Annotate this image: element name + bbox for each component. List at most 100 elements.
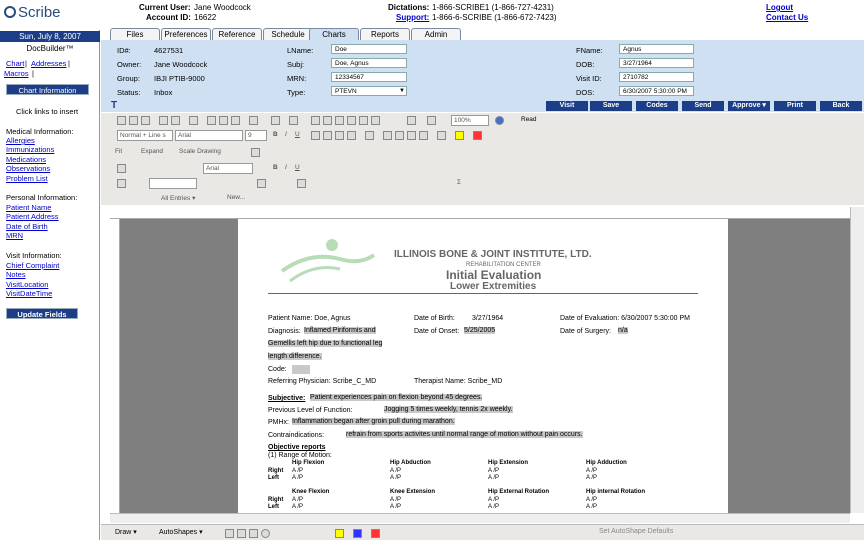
format-painter-icon[interactable] — [249, 116, 258, 125]
undo-icon[interactable] — [271, 116, 280, 125]
line-color-icon[interactable] — [353, 529, 362, 538]
doc-map-icon[interactable] — [407, 116, 416, 125]
rom-value[interactable]: A /P — [488, 504, 499, 510]
onset-value[interactable]: 5/25/2005 — [464, 327, 496, 334]
rom-value[interactable]: A /P — [586, 504, 597, 510]
horizontal-scrollbar[interactable] — [110, 513, 850, 523]
fill-color-icon[interactable] — [335, 529, 344, 538]
save-icon[interactable] — [141, 116, 150, 125]
subj-field[interactable]: Doe, Agnus — [331, 58, 407, 68]
diagnosis-line-3[interactable]: length difference. — [268, 353, 322, 360]
insert-table-icon-2[interactable] — [297, 179, 306, 188]
new-autotext-button[interactable]: New... — [227, 194, 245, 201]
fit-button[interactable]: Fit — [115, 148, 122, 155]
new-doc-icon[interactable] — [117, 116, 126, 125]
tables-icon[interactable] — [323, 116, 332, 125]
tab-preferences[interactable]: Preferences — [161, 28, 211, 40]
previous-level-text[interactable]: Jogging 5 times weekly, tennis 2x weekly… — [384, 406, 513, 413]
chart-information-button[interactable]: Chart Information — [6, 84, 89, 95]
line-icon[interactable] — [225, 529, 234, 538]
align-left-icon[interactable] — [311, 131, 320, 140]
italic-icon-2[interactable]: I — [285, 164, 287, 171]
increase-indent-icon[interactable] — [419, 131, 428, 140]
rom-value[interactable]: A /P — [390, 504, 401, 510]
rectangle-icon[interactable] — [249, 529, 258, 538]
font-color-icon-2[interactable] — [371, 529, 380, 538]
italic-icon[interactable]: I — [285, 131, 287, 138]
addresses-link[interactable]: Addresses — [31, 59, 66, 68]
rom-value[interactable]: A /P — [292, 497, 303, 503]
rom-value[interactable]: A /P — [390, 497, 401, 503]
align-right-icon[interactable] — [335, 131, 344, 140]
paste-icon[interactable] — [231, 116, 240, 125]
back-button[interactable]: Back — [820, 101, 862, 111]
send-button[interactable]: Send — [682, 101, 724, 111]
insert-table-icon[interactable] — [335, 116, 344, 125]
date-of-birth-link[interactable]: Date of Birth — [6, 222, 48, 231]
drawing-icon[interactable] — [371, 116, 380, 125]
dob-field[interactable]: 3/27/1964 — [619, 58, 694, 68]
columns-icon[interactable] — [359, 116, 368, 125]
font-size-select[interactable]: 9 — [245, 130, 267, 141]
autosum-icon[interactable]: Σ — [457, 179, 461, 186]
visit-location-link[interactable]: VisitLocation — [6, 280, 48, 289]
copy-icon[interactable] — [219, 116, 228, 125]
border-color-icon[interactable] — [257, 179, 266, 188]
immunizations-link[interactable]: Immunizations — [6, 145, 54, 154]
fname-field[interactable]: Agnus — [619, 44, 694, 54]
mrn-link[interactable]: MRN — [6, 231, 23, 240]
chart-link[interactable]: Chart — [6, 59, 24, 68]
style-icon[interactable] — [117, 164, 126, 173]
subjective-text[interactable]: Patient experiences pain on flexion beyo… — [310, 394, 483, 401]
rom-value[interactable]: A /P — [292, 475, 303, 481]
zoom-select[interactable]: 100% — [451, 115, 489, 126]
draw-menu[interactable]: Draw ▾ — [115, 528, 137, 536]
patient-address-link[interactable]: Patient Address — [6, 212, 59, 221]
open-icon[interactable] — [129, 116, 138, 125]
cut-icon[interactable] — [207, 116, 216, 125]
bold-icon-2[interactable]: B — [273, 164, 278, 171]
tab-charts[interactable]: Charts — [309, 28, 359, 40]
contraindications-text[interactable]: refrain from sports activites until norm… — [346, 431, 583, 438]
tab-schedule[interactable]: Schedule — [263, 28, 313, 40]
spellcheck-icon[interactable] — [189, 116, 198, 125]
medications-link[interactable]: Medications — [6, 155, 46, 164]
support-link[interactable]: Support: — [396, 13, 429, 22]
expand-button[interactable]: Expand — [141, 148, 163, 155]
font-select[interactable]: Arial — [175, 130, 243, 141]
tab-reports[interactable]: Reports — [360, 28, 410, 40]
bullets-icon[interactable] — [395, 131, 404, 140]
hyperlink-icon[interactable] — [311, 116, 320, 125]
text-format-icon[interactable]: T — [111, 100, 117, 111]
save-button[interactable]: Save — [590, 101, 632, 111]
rom-value[interactable]: A /P — [488, 468, 499, 474]
align-center-icon[interactable] — [323, 131, 332, 140]
pmhx-text[interactable]: Inflammation began after groin pull duri… — [292, 418, 455, 425]
visit-datetime-link[interactable]: VisitDateTime — [6, 289, 52, 298]
allergies-link[interactable]: Allergies — [6, 136, 35, 145]
vertical-scrollbar[interactable] — [850, 207, 864, 513]
tab-files[interactable]: Files — [110, 28, 160, 40]
type-select[interactable]: PTEVN ▼ — [331, 86, 407, 96]
tab-admin[interactable]: Admin — [411, 28, 461, 40]
patient-name-link[interactable]: Patient Name — [6, 203, 51, 212]
rom-value[interactable]: A /P — [586, 475, 597, 481]
diagnosis-line-2[interactable]: Gemellis left hip due to functional leg — [268, 340, 383, 347]
secondary-font-select[interactable]: Arial — [203, 163, 253, 174]
rom-value[interactable]: A /P — [586, 497, 597, 503]
oval-icon[interactable] — [261, 529, 270, 538]
rom-value[interactable]: A /P — [488, 497, 499, 503]
tab-reference[interactable]: Reference — [212, 28, 262, 40]
read-button[interactable]: Read — [521, 116, 537, 123]
rom-value[interactable]: A /P — [586, 468, 597, 474]
border-icon[interactable] — [437, 131, 446, 140]
bold-icon[interactable]: B — [273, 131, 278, 138]
update-fields-button[interactable]: Update Fields — [6, 308, 78, 319]
numbering-icon[interactable] — [383, 131, 392, 140]
mrn-field[interactable]: 12334567 — [331, 72, 407, 82]
canvas-wrap-icon[interactable] — [251, 148, 260, 157]
visit-id-field[interactable]: 2710782 — [619, 72, 694, 82]
rom-value[interactable]: A /P — [488, 475, 499, 481]
draw-table-icon[interactable] — [117, 179, 126, 188]
rom-value[interactable]: A /P — [292, 504, 303, 510]
